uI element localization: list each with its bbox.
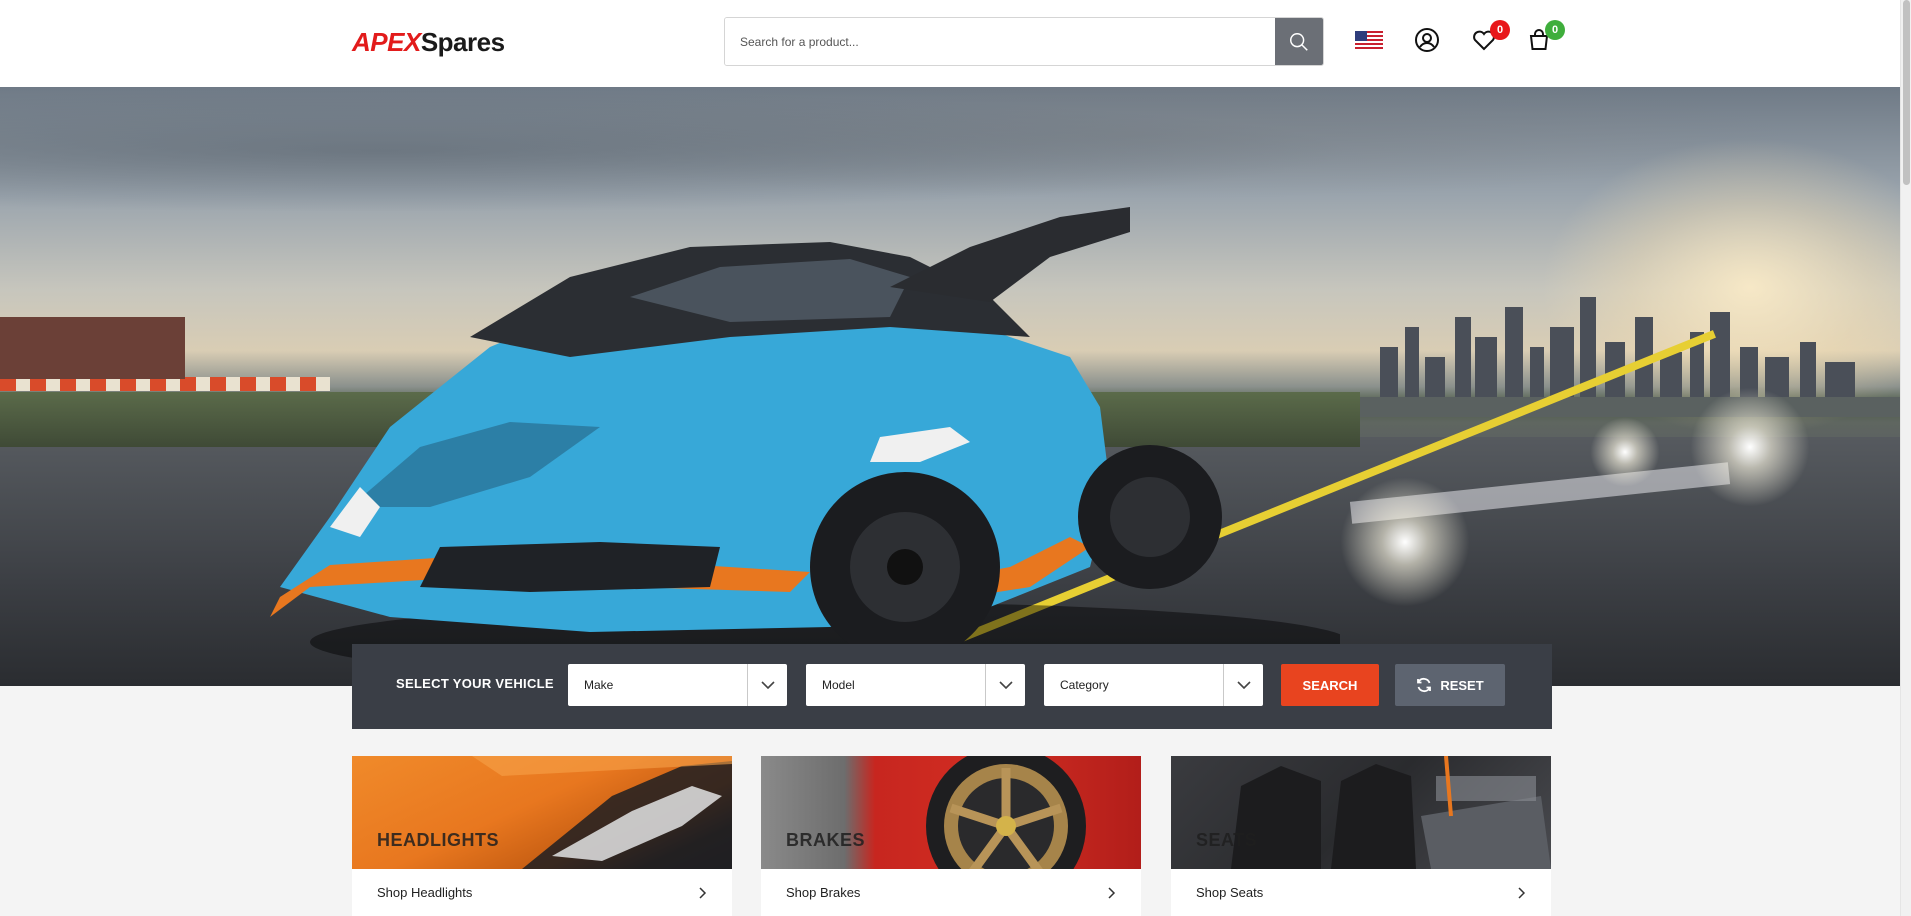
hero-light-flare xyxy=(1690,387,1810,507)
account-button[interactable] xyxy=(1411,24,1443,56)
scrollbar-thumb[interactable] xyxy=(1903,0,1910,185)
site-logo[interactable]: APEX Spares xyxy=(352,27,505,57)
make-select-value: Make xyxy=(584,678,614,692)
search-bar xyxy=(724,17,1324,66)
seats-graphic xyxy=(1231,756,1551,869)
hero-car-image xyxy=(270,207,1340,682)
category-link[interactable]: Shop Seats xyxy=(1171,869,1551,916)
make-select[interactable]: Make xyxy=(568,664,787,706)
reset-button-label: RESET xyxy=(1440,677,1484,693)
vehicle-selector-label: SELECT YOUR VEHICLE xyxy=(396,676,554,691)
hero-light-flare xyxy=(1340,477,1470,607)
category-card-headlights[interactable]: HEADLIGHTS Shop Headlights xyxy=(352,756,732,916)
logo-spares: Spares xyxy=(420,27,505,57)
chevron-down-icon xyxy=(985,664,1025,706)
wishlist-count-badge: 0 xyxy=(1490,20,1510,40)
cart-button[interactable]: 0 xyxy=(1523,20,1565,56)
country-selector[interactable] xyxy=(1353,24,1385,56)
logo-apex: APEX xyxy=(352,27,421,57)
wishlist-button[interactable]: 0 xyxy=(1468,20,1510,56)
brake-wheel-graphic xyxy=(926,756,1086,869)
us-flag-icon xyxy=(1355,31,1383,49)
category-select-value: Category xyxy=(1060,678,1109,692)
category-link-label: Shop Brakes xyxy=(786,885,861,900)
category-image-headlights: HEADLIGHTS xyxy=(352,756,732,869)
chevron-right-icon xyxy=(699,886,707,899)
search-button[interactable] xyxy=(1275,18,1323,65)
category-select[interactable]: Category xyxy=(1044,664,1263,706)
site-header: APEXSpares 0 0 xyxy=(0,0,1900,87)
vehicle-selector: SELECT YOUR VEHICLE Make Model Category … xyxy=(352,644,1552,729)
category-link-label: Shop Seats xyxy=(1196,885,1264,900)
hero-light-flare xyxy=(1590,417,1660,487)
cart-count-badge: 0 xyxy=(1545,20,1565,40)
search-input[interactable] xyxy=(725,18,1275,65)
category-link[interactable]: Shop Headlights xyxy=(352,869,732,916)
hero-hangar xyxy=(0,317,185,379)
category-image-brakes: BRAKES xyxy=(761,756,1141,869)
user-icon xyxy=(1415,28,1439,52)
hero-slider[interactable] xyxy=(0,87,1900,686)
category-card-seats[interactable]: SEATS Shop Seats xyxy=(1171,756,1551,916)
vehicle-search-button[interactable]: SEARCH xyxy=(1281,664,1379,706)
category-link[interactable]: Shop Brakes xyxy=(761,869,1141,916)
chevron-down-icon xyxy=(747,664,787,706)
refresh-icon xyxy=(1417,677,1432,693)
category-image-seats: SEATS xyxy=(1171,756,1551,869)
category-link-label: Shop Headlights xyxy=(377,885,473,900)
model-select[interactable]: Model xyxy=(806,664,1025,706)
page-scrollbar[interactable] xyxy=(1900,0,1911,916)
reset-button[interactable]: RESET xyxy=(1395,664,1505,706)
chevron-right-icon xyxy=(1518,886,1526,899)
category-title: BRAKES xyxy=(786,830,866,850)
hero-city-skyline xyxy=(1360,297,1900,417)
search-icon xyxy=(1290,32,1308,51)
model-select-value: Model xyxy=(822,678,855,692)
category-title: SEATS xyxy=(1196,830,1258,850)
headlight-graphic xyxy=(472,756,732,869)
category-title: HEADLIGHTS xyxy=(377,830,499,850)
category-card-brakes[interactable]: BRAKES Shop Brakes xyxy=(761,756,1141,916)
chevron-right-icon xyxy=(1108,886,1116,899)
chevron-down-icon xyxy=(1223,664,1263,706)
